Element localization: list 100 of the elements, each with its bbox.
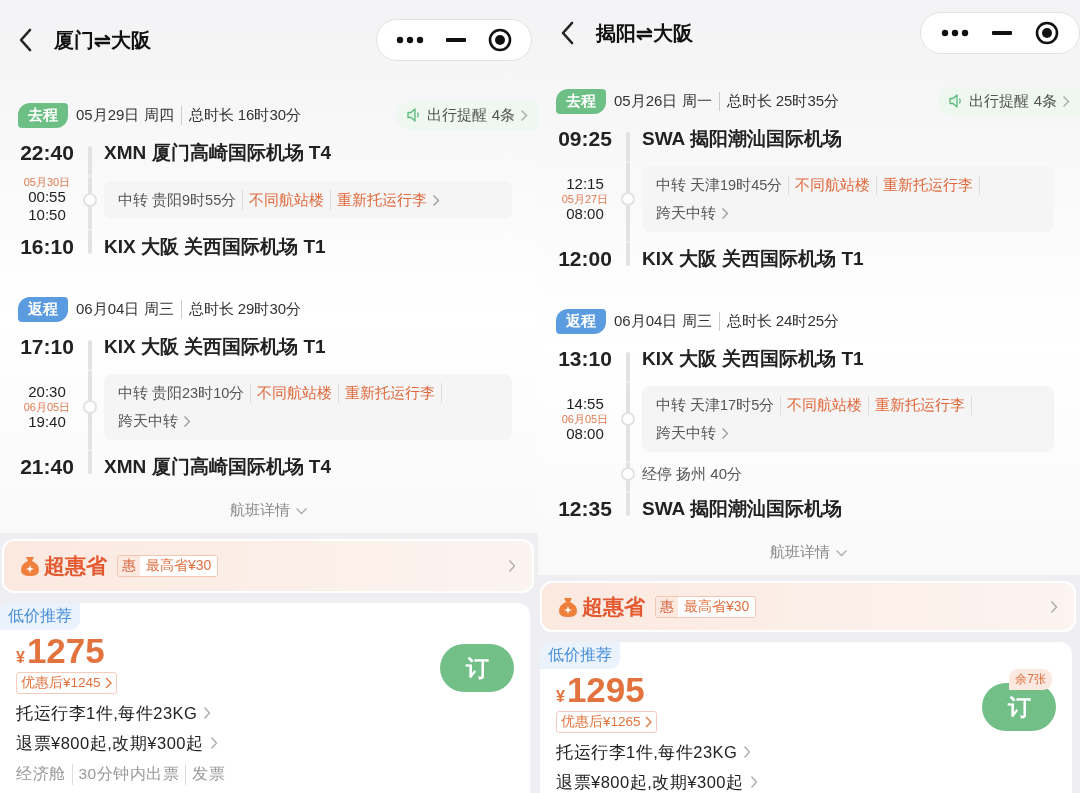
fare-rule-link[interactable]: 托运行李1件,每件23KG [16,702,212,724]
transfer-date: 05月27日 [561,193,609,205]
transfer-time: 12:15 [566,175,604,193]
chevron-right-icon [721,206,729,220]
page-title: 厦门⇌大阪 [54,27,151,53]
trip-duration: 总时长 29时30分 [180,299,302,319]
promo-badge-text: 最高省¥30 [140,556,218,576]
offer-tag: 低价推荐 [0,603,80,630]
more-icon[interactable] [396,36,424,44]
travel-reminder-button[interactable]: 出行提醒 4条 [938,86,1080,116]
transfer-note: 跨天中转 [656,424,716,443]
transfer-note: 中转 天津17时5分 [656,395,782,415]
flight-details-link[interactable]: 航班详情 [224,500,314,521]
money-bag-icon [558,595,578,618]
transfer-info-panel[interactable]: 中转 天津19时45分 不同航站楼 重新托运行李 跨天中转 [642,166,1054,232]
transfer-warning: 不同航站楼 [795,175,878,195]
leg-tag: 返程 [556,308,606,334]
chevron-right-icon [644,716,652,728]
transfer-time: 20:30 [28,383,66,401]
flight-time: 13:10 [558,346,612,372]
target-icon[interactable] [1035,21,1060,45]
chevron-right-icon [749,775,758,789]
transfer-info-panel[interactable]: 中转 贵阳23时10分 不同航站楼 重新托运行李 跨天中转 [104,374,512,440]
transfer-info-panel[interactable]: 中转 贵阳9时55分 不同航站楼 重新托运行李 [104,181,512,219]
flight-time: 21:40 [20,454,74,480]
flight-time: 12:35 [558,496,612,522]
trip-duration: 总时长 16时30分 [180,105,302,125]
trip-duration: 总时长 25时35分 [718,91,840,111]
trip-date: 05月26日 周一 [614,91,712,111]
airport-name: SWA 揭阳潮汕国际机场 [642,497,842,521]
airport-name: XMN 厦门高崎国际机场 T4 [104,141,331,165]
airport-name: SWA 揭阳潮汕国际机场 [642,127,842,151]
chevron-right-icon [183,414,191,428]
transfer-note: 中转 贵阳9时55分 [118,190,244,210]
chevron-right-icon [721,426,729,440]
transfer-note: 跨天中转 [118,412,178,431]
fare-feature: 发票 [192,764,226,784]
transfer-warning: 不同航站楼 [249,190,332,210]
target-icon[interactable] [488,28,512,52]
chevron-right-icon [432,193,441,207]
promo-brand: 超惠省 [582,593,645,620]
money-bag-icon [20,555,40,577]
airport-name: KIX 大阪 关西国际机场 T1 [104,235,326,259]
flight-time: 22:40 [20,140,74,166]
flight-time: 09:25 [558,126,612,152]
fare-rule-link[interactable]: 退票¥800起,改期¥300起 [556,771,758,793]
transfer-time: 14:55 [566,395,604,413]
flight-time: 16:10 [20,234,74,260]
transfer-date: 06月05日 [561,413,609,425]
airport-name: XMN 厦门高崎国际机场 T4 [104,455,331,479]
chevron-right-icon [743,745,752,759]
transfer-note: 中转 贵阳23时10分 [118,383,252,403]
trip-date: 06月04日 周三 [76,299,174,319]
chevron-right-icon [104,677,112,689]
fare-feature: 经济舱 [16,764,73,785]
chevron-right-icon [1062,94,1070,108]
transfer-warning: 不同航站楼 [787,395,870,415]
chevron-right-icon [203,706,212,720]
travel-reminder-button[interactable]: 出行提醒 4条 [396,100,538,130]
offer-tag: 低价推荐 [540,642,620,669]
transfer-time: 08:00 [566,425,604,443]
promo-brand: 超惠省 [44,553,107,579]
transfer-info-panel[interactable]: 中转 天津17时5分 不同航站楼 重新托运行李 跨天中转 [642,386,1054,452]
airport-name: KIX 大阪 关西国际机场 T1 [104,335,326,359]
transfer-time: 08:00 [566,205,604,223]
promo-badge-text: 最高省¥30 [678,596,756,617]
chevron-right-icon [1050,599,1058,614]
trip-duration: 总时长 24时25分 [718,311,840,331]
back-icon[interactable] [560,21,574,45]
flight-time: 17:10 [20,334,74,360]
fare-rule-link[interactable]: 退票¥800起,改期¥300起 [16,732,218,754]
more-icon[interactable] [940,29,969,37]
transfer-date: 05月30日 [23,176,71,188]
leg-tag: 去程 [18,102,68,128]
chevron-right-icon [520,108,528,122]
transfer-note: 跨天中转 [656,204,716,223]
flight-details-link[interactable]: 航班详情 [764,542,854,563]
transfer-time: 19:40 [28,413,66,431]
currency-symbol: ¥ [556,688,565,706]
trip-date: 06月04日 周三 [614,311,712,331]
leg-tag: 返程 [18,296,68,322]
back-icon[interactable] [18,28,32,52]
transfer-warning: 重新托运行李 [883,175,981,195]
fare-feature: 30分钟内出票 [78,764,187,785]
fare-rule-link[interactable]: 托运行李1件,每件23KG [556,741,752,763]
airport-name: KIX 大阪 关西国际机场 T1 [642,347,864,371]
flight-time: 12:00 [558,246,612,272]
page-title: 揭阳⇌大阪 [596,20,693,46]
leg-tag: 去程 [556,88,606,114]
price: 1275 [26,630,105,672]
airport-name: KIX 大阪 关西国际机场 T1 [642,247,864,271]
price: 1295 [566,669,645,711]
transfer-time: 10:50 [28,206,66,224]
chevron-down-icon [835,548,848,557]
chevron-right-icon [508,559,516,573]
transfer-warning: 重新托运行李 [875,395,973,415]
transfer-note: 中转 天津19时45分 [656,175,790,195]
transfer-time: 00:55 [28,188,66,206]
currency-symbol: ¥ [16,649,25,667]
transfer-date: 06月05日 [23,401,71,413]
